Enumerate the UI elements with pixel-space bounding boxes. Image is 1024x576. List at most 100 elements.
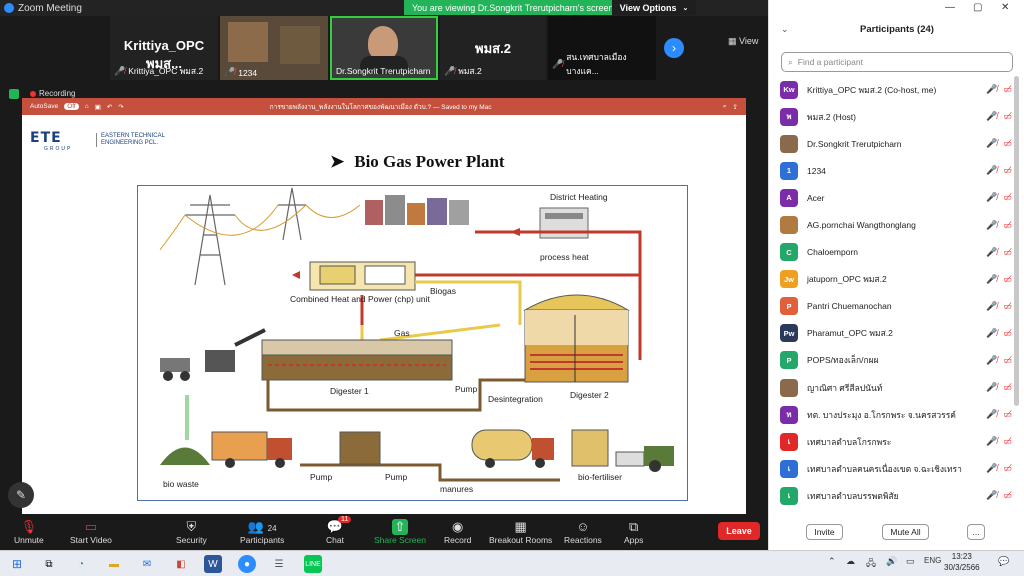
- video-off-icon: ▭̸: [1003, 84, 1012, 95]
- participant-name: ทต. บางประมุง อ.โกรกพระ จ.นครสวรรค์: [807, 409, 956, 420]
- participant-name: Chaloemporn: [807, 247, 859, 258]
- battery-icon[interactable]: ▭: [906, 556, 915, 567]
- mail-icon[interactable]: ✉: [138, 555, 156, 573]
- leave-button[interactable]: Leave: [718, 522, 760, 540]
- clock-date: 30/3/2566: [944, 563, 980, 572]
- label-gas: Gas: [394, 328, 410, 338]
- search-placeholder: Find a participant: [797, 57, 863, 67]
- scrollbar[interactable]: [1014, 76, 1019, 406]
- participant-status-icons: 🎤̸ ▭̸: [986, 165, 1012, 176]
- mic-muted-icon: 🎤̸: [986, 246, 998, 257]
- participant-status-icons: 🎤̸ ▭̸: [986, 328, 1012, 339]
- participant-row[interactable]: P POPS/ทองเล็ก/กผผ 🎤̸ ▭̸: [780, 347, 1016, 374]
- label-bio-waste: bio waste: [163, 479, 199, 489]
- meeting-toolbar: 🎙 Unmute ▭ Start Video ⛨ Security 👥 24 Parti…: [0, 516, 768, 550]
- windows-start-icon[interactable]: ⊞: [8, 555, 26, 573]
- video-off-icon: ▭̸: [1003, 409, 1012, 420]
- search-input[interactable]: ⌕ Find a participant: [781, 52, 1013, 72]
- participant-row[interactable]: เ เทศบาลตำบลบรรพตพิสัย 🎤̸ ▭̸: [780, 482, 1016, 509]
- word-icon[interactable]: W: [204, 555, 222, 573]
- powerpoint-icon[interactable]: ◧: [172, 555, 190, 573]
- participant-status-icons: 🎤̸ ▭̸: [986, 355, 1012, 366]
- taskbar-clock[interactable]: 13:23 30/3/2566: [944, 551, 980, 573]
- participant-status-icons: 🎤̸ ▭̸: [986, 138, 1012, 149]
- participant-row[interactable]: Pw Pharamut_OPC พมส.2 🎤̸ ▭̸: [780, 320, 1016, 347]
- participant-name: Acer: [807, 192, 825, 203]
- participant-row[interactable]: P Pantri Chuemanochan 🎤̸ ▭̸: [780, 293, 1016, 320]
- video-off-icon: ▭̸: [1003, 111, 1012, 122]
- language-indicator[interactable]: ENG: [924, 556, 941, 565]
- security-button[interactable]: ⛨ Security: [176, 519, 207, 545]
- zoom-app-icon[interactable]: ●: [238, 555, 256, 573]
- start-video-button[interactable]: ▭ Start Video: [70, 519, 112, 545]
- participant-row[interactable]: Dr.Songkrit Trerutpicharn 🎤̸ ▭̸: [780, 130, 1016, 157]
- participant-row[interactable]: Kw Krittiya_OPC พมส.2 (Co-host, me) 🎤̸ ▭̸: [780, 76, 1016, 103]
- participant-row[interactable]: ท ทต. บางประมุง อ.โกรกพระ จ.นครสวรรค์ 🎤̸ ▭̸: [780, 401, 1016, 428]
- file-explorer-icon[interactable]: ▬: [105, 555, 123, 573]
- apps-button[interactable]: ⧉ Apps: [624, 519, 643, 545]
- invite-button[interactable]: Invite: [806, 524, 843, 540]
- participant-status-icons: 🎤̸ ▭̸: [986, 301, 1012, 312]
- mic-muted-icon: 🎤̸: [986, 219, 998, 230]
- participant-row[interactable]: เ เทศบาลตำบลโกรกพระ 🎤̸ ▭̸: [780, 428, 1016, 455]
- unmute-button[interactable]: 🎙 Unmute: [14, 519, 44, 545]
- edge-icon[interactable]: ◔: [72, 555, 90, 573]
- video-off-icon: ▭̸: [1003, 138, 1012, 149]
- annotate-pen-icon[interactable]: ✎: [8, 482, 34, 508]
- mute-all-button[interactable]: Mute All: [882, 524, 929, 540]
- participant-row[interactable]: พ พมส.2 (Host) 🎤̸ ▭̸: [780, 103, 1016, 130]
- participants-button[interactable]: 👥 24 Participants: [240, 519, 284, 545]
- notifications-icon[interactable]: 💬: [998, 556, 1009, 567]
- video-off-icon: ▭̸: [1003, 490, 1012, 501]
- task-view-icon[interactable]: ⧉: [40, 555, 58, 573]
- more-button[interactable]: ...: [967, 524, 985, 540]
- shield-icon: ⛨: [186, 519, 197, 534]
- participant-row[interactable]: ญาณิศา ศรีสีลปนันท์ 🎤̸ ▭̸: [780, 374, 1016, 401]
- avatar: Kw: [780, 80, 798, 99]
- mic-muted-icon: 🎤̸: [986, 354, 998, 365]
- power-tower: [185, 187, 306, 286]
- minimize-icon[interactable]: —: [945, 2, 955, 13]
- video-off-icon: ▭̸: [1003, 273, 1012, 284]
- participant-row[interactable]: A Acer 🎤̸ ▭̸: [780, 184, 1016, 211]
- participant-row[interactable]: C Chaloemporn 🎤̸ ▭̸: [780, 239, 1016, 266]
- participant-row[interactable]: AG.pornchai Wangthonglang 🎤̸ ▭̸: [780, 211, 1016, 238]
- label-district-heating: District Heating: [550, 192, 608, 202]
- chat-badge: 11: [338, 516, 352, 523]
- close-icon[interactable]: ✕: [1001, 2, 1009, 13]
- label-manures: manures: [440, 484, 474, 494]
- search-icon: ⌕: [788, 56, 793, 67]
- mic-muted-icon: 🎙: [20, 519, 38, 534]
- people-icon: 👥 24: [247, 519, 277, 534]
- video-off-icon: ▭̸: [1003, 463, 1012, 474]
- breakout-rooms-button[interactable]: ▦ Breakout Rooms: [489, 519, 552, 545]
- maximize-icon[interactable]: ▢: [973, 2, 982, 13]
- reactions-button[interactable]: ☺ Reactions: [564, 519, 602, 545]
- mic-muted-icon: 🎤̸: [986, 436, 998, 447]
- line-app-icon[interactable]: LINE: [304, 555, 322, 573]
- record-button[interactable]: ◉ Record: [444, 519, 471, 545]
- label-chp: Combined Heat and Power (chp) unit: [290, 294, 430, 304]
- participant-row[interactable]: Jw jatuporn_OPC พมส.2 🎤̸ ▭̸: [780, 266, 1016, 293]
- participant-name: เทศบาลตำบลโกรกพระ: [807, 436, 892, 447]
- network-icon[interactable]: 🖧: [866, 556, 876, 572]
- mic-muted-icon: 🎤̸: [986, 327, 998, 338]
- share-screen-button[interactable]: ⇧ Share Screen: [374, 519, 426, 545]
- participant-row[interactable]: 1 1234 🎤̸ ▭̸: [780, 157, 1016, 184]
- cloud-icon[interactable]: ☁: [846, 556, 855, 567]
- tray-chevron-icon[interactable]: ⌃: [828, 556, 836, 567]
- clock-time: 13:23: [951, 552, 972, 561]
- avatar: Pw: [780, 324, 798, 343]
- participant-status-icons: 🎤̸ ▭̸: [986, 463, 1012, 474]
- digester-1: [261, 339, 453, 381]
- app-icon[interactable]: ☰: [270, 555, 288, 573]
- mic-muted-icon: 🎤̸: [986, 490, 998, 501]
- video-off-icon: ▭̸: [1003, 436, 1012, 447]
- participant-status-icons: 🎤̸ ▭̸: [986, 111, 1012, 122]
- participant-status-icons: 🎤̸ ▭̸: [986, 382, 1012, 393]
- avatar: Jw: [780, 270, 798, 289]
- participant-row[interactable]: เ เทศบาลตำบลคนครเนื่องเขต จ.ฉะเชิงเทรา 🎤̸ ▭…: [780, 455, 1016, 482]
- participant-name: Pharamut_OPC พมส.2: [807, 328, 893, 339]
- participant-name: jatuporn_OPC พมส.2: [807, 274, 887, 285]
- volume-icon[interactable]: 🔊: [886, 556, 897, 567]
